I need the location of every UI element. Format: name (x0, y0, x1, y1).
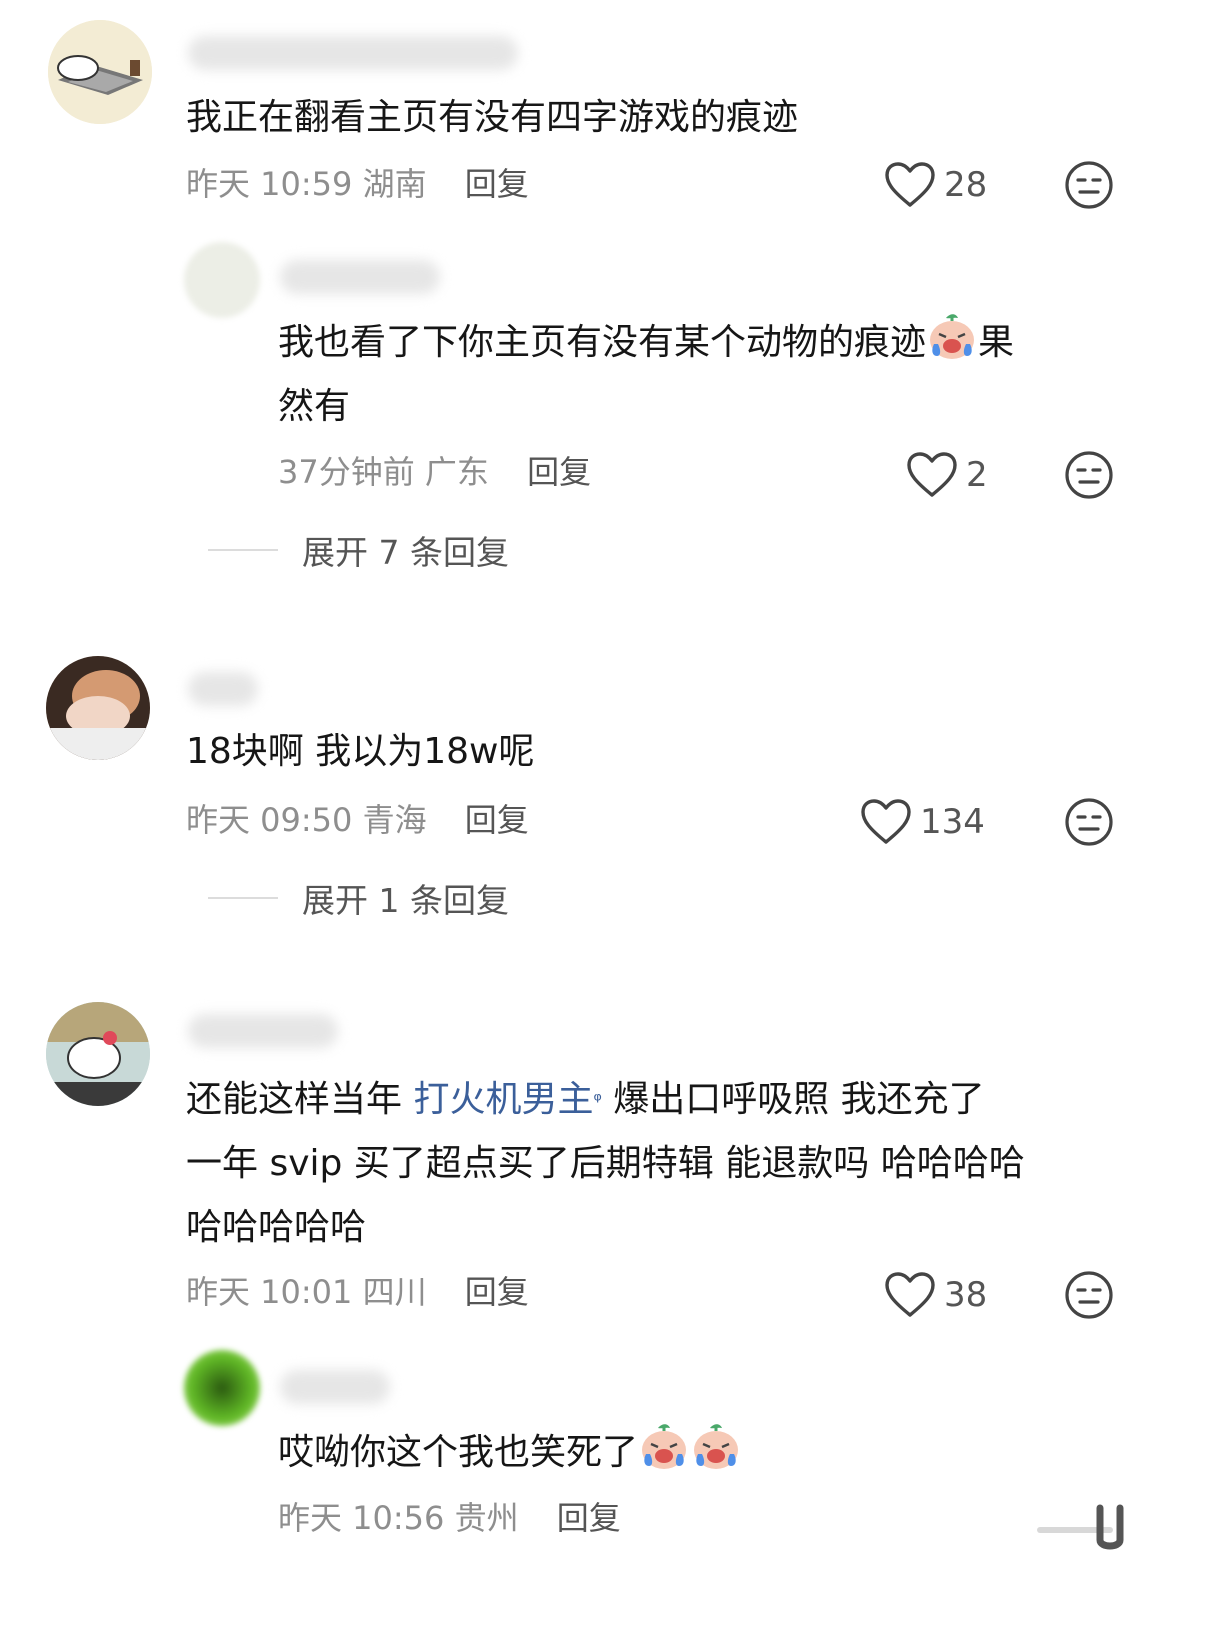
comment-location: 青海 (362, 801, 427, 839)
username-blurred[interactable] (188, 1014, 338, 1048)
heart-outline-icon (906, 451, 958, 499)
comment-text-part: 一年 svip 买了超点买了后期特辑 能退款吗 哈哈哈哈 (186, 1143, 1025, 1184)
like-count: 134 (920, 802, 985, 842)
like-button[interactable]: 2 (906, 450, 988, 500)
reply-text-part: 然有 (278, 386, 351, 427)
like-count: 2 (966, 455, 988, 495)
reply-text: 哎呦你这个我也笑死了 (278, 1420, 742, 1485)
crying-face-emoji (690, 1420, 742, 1472)
meh-face-icon[interactable] (1064, 1270, 1114, 1320)
comment-location: 四川 (362, 1273, 427, 1311)
reply-username-blurred[interactable] (280, 260, 440, 294)
comment-text-part: 哈哈哈哈哈 (186, 1207, 367, 1248)
reply-button[interactable]: 回复 (465, 165, 529, 203)
reply-meta: 37分钟前 广东 回复 (278, 450, 591, 494)
reply-avatar[interactable] (184, 1350, 260, 1426)
username-blurred[interactable] (188, 672, 258, 706)
comment-time: 昨天 09:50 (186, 801, 353, 839)
like-button[interactable]: 28 (884, 160, 987, 210)
girl-photo-avatar-image (46, 656, 150, 760)
reply-avatar[interactable] (184, 242, 260, 318)
comment-text-part: 爆出口呼吸照 我还充了 (601, 1079, 985, 1120)
comment-text: 18块啊 我以为18w呢 (186, 731, 535, 772)
reply-meta: 昨天 10:56 贵州 回复 (278, 1496, 621, 1540)
crying-face-emoji (638, 1420, 690, 1472)
reply-text-part: 哎呦你这个我也笑死了 (278, 1432, 639, 1473)
reply-text: 我也看了下你主页有没有某个动物的痕迹 果 然有 (278, 310, 1118, 439)
hello-kitty-avatar-image (46, 1002, 150, 1106)
comment-meta: 昨天 10:01 四川 回复 (186, 1270, 529, 1314)
comment-meta: 昨天 10:59 湖南 回复 (186, 162, 529, 206)
expand-replies-button[interactable]: 展开 1 条回复 (208, 876, 509, 920)
like-count: 28 (944, 165, 988, 205)
crying-face-emoji (926, 310, 978, 362)
heart-outline-icon (860, 798, 912, 846)
reply-button[interactable]: 回复 (527, 453, 591, 491)
comment-text-part: 还能这样当年 (186, 1079, 414, 1120)
meh-face-icon[interactable] (1064, 160, 1114, 210)
divider-line (208, 897, 278, 899)
comment-text: 我正在翻看主页有没有四字游戏的痕迹 (186, 97, 799, 138)
like-button[interactable]: 38 (884, 1270, 987, 1320)
like-count: 38 (944, 1275, 988, 1315)
username-blurred[interactable] (188, 36, 518, 70)
search-icon: ᵠ (593, 1088, 602, 1112)
reply-time: 37分钟前 (278, 453, 415, 491)
comment-text: 还能这样当年 打火机男主ᵠ 爆出口呼吸照 我还充了 一年 svip 买了超点买了… (186, 1068, 1116, 1260)
reply-button[interactable]: 回复 (465, 1273, 529, 1311)
expand-replies-button[interactable]: 展开 7 条回复 (208, 528, 509, 572)
comment-time: 昨天 10:59 (186, 165, 353, 203)
comment-location: 湖南 (362, 165, 427, 203)
meh-face-icon[interactable] (1064, 797, 1114, 847)
reply-location: 广东 (424, 453, 489, 491)
avatar[interactable] (48, 20, 152, 124)
watermark-logo (1037, 1504, 1124, 1550)
reply-text-part: 果 (978, 322, 1015, 363)
reply-button[interactable]: 回复 (465, 801, 529, 839)
reply-time: 昨天 10:56 (278, 1499, 445, 1537)
avatar[interactable] (46, 1002, 150, 1106)
expand-replies-label: 展开 1 条回复 (302, 881, 509, 920)
cat-laptop-avatar-image (48, 20, 152, 124)
topic-link[interactable]: 打火机男主 (413, 1079, 593, 1120)
reply-button[interactable]: 回复 (557, 1499, 621, 1537)
reply-username-blurred[interactable] (280, 1370, 390, 1404)
comment-meta: 昨天 09:50 青海 回复 (186, 798, 529, 842)
reply-location: 贵州 (454, 1499, 519, 1537)
comment-time: 昨天 10:01 (186, 1273, 353, 1311)
reply-text-part: 我也看了下你主页有没有某个动物的痕迹 (278, 322, 927, 363)
expand-replies-label: 展开 7 条回复 (302, 533, 509, 572)
divider-line (208, 549, 278, 551)
avatar[interactable] (46, 656, 150, 760)
heart-outline-icon (884, 161, 936, 209)
like-button[interactable]: 134 (860, 797, 985, 847)
heart-outline-icon (884, 1271, 936, 1319)
meh-face-icon[interactable] (1064, 450, 1114, 500)
